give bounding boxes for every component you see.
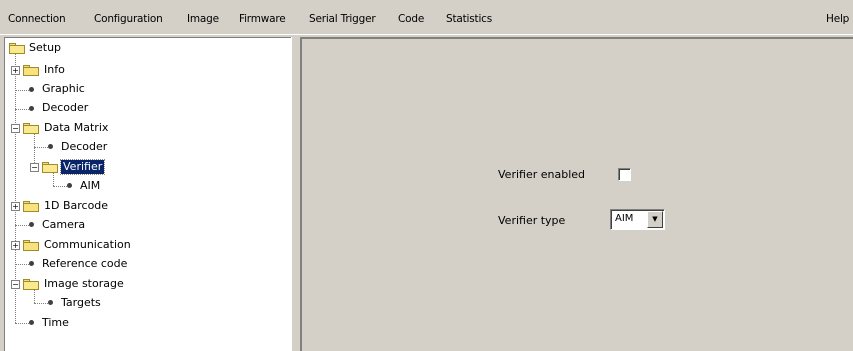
tree-connector [53, 186, 67, 187]
tree-item-camera[interactable]: Camera [40, 218, 87, 232]
tree-item-targets[interactable]: Targets [59, 296, 103, 310]
tree-item-verifier[interactable]: Verifier [59, 159, 106, 175]
tree-item-aim[interactable]: AIM [78, 179, 102, 193]
tree-connector [15, 264, 29, 265]
leaf-bullet-icon [29, 320, 34, 325]
tree-item-decoder[interactable]: Decoder [40, 101, 90, 115]
folder-icon [23, 240, 39, 251]
collapse-icon[interactable]: − [30, 163, 39, 172]
leaf-bullet-icon [29, 106, 34, 111]
tree-item-info[interactable]: Info [42, 63, 67, 77]
tree-item-dm-decoder[interactable]: Decoder [59, 140, 109, 154]
folder-icon [23, 65, 39, 76]
folder-open-icon [23, 279, 39, 290]
leaf-bullet-icon [48, 144, 53, 149]
chevron-down-icon[interactable]: ▼ [647, 211, 663, 228]
expand-icon[interactable]: + [11, 241, 20, 250]
expand-icon[interactable]: + [11, 66, 20, 75]
tree-connector [15, 323, 29, 324]
leaf-bullet-icon [29, 261, 34, 266]
menu-help[interactable]: Help [826, 13, 849, 25]
tree-connector [15, 90, 29, 91]
menu-connection[interactable]: Connection [8, 13, 66, 25]
expand-icon[interactable]: + [11, 202, 20, 211]
menu-bar: Connection Configuration Image Firmware … [0, 0, 853, 35]
tree-item-reference-code[interactable]: Reference code [40, 257, 129, 271]
tree-connector [15, 109, 29, 110]
verifier-enabled-label: Verifier enabled [498, 168, 586, 181]
menu-firmware[interactable]: Firmware [239, 13, 286, 25]
panel-splitter[interactable] [291, 37, 300, 351]
verifier-type-label: Verifier type [498, 214, 566, 227]
tree-item-image-storage[interactable]: Image storage [42, 277, 126, 291]
tree-item-time[interactable]: Time [40, 316, 71, 330]
tree-item-data-matrix[interactable]: Data Matrix [42, 121, 110, 135]
leaf-bullet-icon [29, 87, 34, 92]
folder-icon [23, 201, 39, 212]
menu-image[interactable]: Image [187, 13, 219, 25]
leaf-bullet-icon [29, 222, 34, 227]
menu-code[interactable]: Code [398, 13, 424, 25]
folder-open-icon [9, 43, 25, 54]
tree-item-1d-barcode[interactable]: 1D Barcode [42, 199, 110, 213]
menu-serial-trigger[interactable]: Serial Trigger [309, 13, 376, 25]
verifier-settings-panel: Verifier enabled Verifier type AIM ▼ [300, 37, 853, 351]
collapse-icon[interactable]: − [11, 280, 20, 289]
verifier-type-value: AIM [615, 213, 634, 224]
tree-item-communication[interactable]: Communication [42, 238, 133, 252]
leaf-bullet-icon [67, 183, 72, 188]
tree-item-graphic[interactable]: Graphic [40, 82, 87, 96]
menu-configuration[interactable]: Configuration [94, 13, 163, 25]
menu-statistics[interactable]: Statistics [446, 13, 492, 25]
folder-open-icon [42, 162, 58, 173]
verifier-type-select[interactable]: AIM ▼ [610, 209, 665, 230]
tree-connector [15, 225, 29, 226]
verifier-enabled-checkbox[interactable] [618, 168, 631, 181]
tree-connector [34, 147, 48, 148]
leaf-bullet-icon [48, 300, 53, 305]
setup-tree: Setup + Info Graphic Decoder − Data Matr… [4, 37, 291, 351]
tree-item-setup[interactable]: Setup [27, 41, 63, 55]
collapse-icon[interactable]: − [11, 124, 20, 133]
folder-open-icon [23, 123, 39, 134]
tree-connector [34, 303, 48, 304]
